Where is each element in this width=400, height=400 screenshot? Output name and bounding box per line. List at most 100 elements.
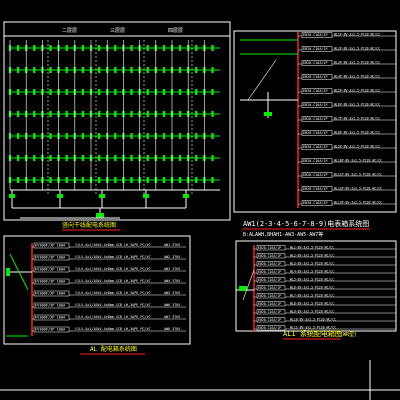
floor-device-symbol: [146, 177, 149, 183]
floor-device-symbol: [97, 111, 101, 117]
al1-circuit-label: WL6-BV-3x2.5-PC20 WC/CC: [290, 286, 334, 290]
floor-device-symbol: [146, 67, 149, 73]
al-load-label: AW2 37KV: [164, 255, 180, 259]
aw-circuit-label: WL9P-BV-3x2.5-PC20 WC/CC: [334, 145, 380, 149]
floor-device-symbol: [114, 45, 117, 51]
floor-device-symbol: [33, 89, 36, 95]
floor-device-symbol: [16, 89, 20, 95]
floor-device-symbol: [49, 111, 52, 117]
floor-device-symbol: [33, 177, 36, 183]
floor-device-symbol: [146, 155, 149, 161]
floor-device-symbol: [16, 111, 20, 117]
floor-device-symbol: [97, 177, 101, 183]
al1-circuit-label: WL10-BV-3x2.5-PC20 WC/CC: [290, 318, 336, 322]
al1-breaker-label: EB20-C16A/1P: [258, 318, 281, 322]
al-load-label: AW1 37KV: [164, 243, 180, 247]
al-breaker-label: EV300F/3P 100A: [35, 256, 66, 260]
aw-breaker-label: EB20-C16A/1P: [303, 117, 328, 121]
floor-device-symbol: [162, 45, 166, 51]
feeder-meter-box: [183, 194, 189, 198]
floor-device-symbol: [211, 67, 214, 73]
floor-device-symbol: [195, 111, 198, 117]
floor-device-symbol: [97, 89, 101, 95]
floor-device-symbol: [49, 133, 52, 139]
aw-circuit-label: WL5P-BV-3x2.5-PC20 WC/CC: [334, 89, 380, 93]
floor-device-symbol: [211, 45, 214, 51]
aw-breaker-label: EB20-C16A/1P: [303, 131, 328, 135]
floor-device-symbol: [130, 111, 133, 117]
al-circuit-label: YJLV-4x1/10kV-4x8mm-SCB LH,3APE PC/VC: [75, 327, 151, 331]
floor-device-symbol: [195, 67, 198, 73]
aw-meter-box-subtitle: B:ALAWH,BHAH1-AW3-AW5-AW7等: [243, 231, 323, 238]
aw-circuit-label: WL7P-BV-3x2.5-PC20 WC/CC: [334, 117, 380, 121]
floor-device-symbol: [114, 89, 117, 95]
al1-circuit-label: WL5-BV-3x2.5-PC20 WC/CC: [290, 278, 334, 282]
floor-device-symbol: [65, 177, 68, 183]
al1-breaker-label: EB20-C16A/1P: [258, 294, 281, 298]
floor-device-symbol: [162, 89, 166, 95]
floor-device-symbol: [16, 133, 20, 139]
aw-circuit-label: WL11P-BV-3x2.5-PC20 WC/CC: [334, 173, 382, 177]
aw-circuit-label: WL13P-BV-3x2.5-PC20 WC/CC: [334, 201, 382, 205]
floor-device-symbol: [178, 111, 182, 117]
aw-breaker-label: EB20-C16A/1P: [303, 33, 328, 37]
floor-device-symbol: [65, 133, 68, 139]
al1-breaker-label: EB20-C16A/1P: [258, 254, 281, 258]
al-load-label: AW4 37KV: [164, 279, 180, 283]
floor-device-symbol: [65, 155, 68, 161]
floor-device-symbol: [65, 67, 68, 73]
floor-device-symbol: [211, 177, 214, 183]
floor-device-symbol: [81, 111, 85, 117]
floor-device-symbol: [81, 133, 85, 139]
floor-device-symbol: [178, 133, 182, 139]
floor-device-symbol: [162, 133, 166, 139]
al-main-switch: [6, 268, 10, 276]
al-circuit-label: YJLV-4x1/10kV-4x8mm-SCB LH,3APE PC/VC: [75, 255, 151, 259]
al-breaker-label: EV300F/3P 100A: [35, 268, 66, 272]
feeder-meter-box: [99, 194, 105, 198]
floor-device-symbol: [211, 111, 214, 117]
floor-device-symbol: [211, 89, 214, 95]
floor-device-symbol: [33, 45, 36, 51]
floor-device-symbol: [195, 155, 198, 161]
al1-circuit-label: WL2-BV-3x2.5-PC20 WC/CC: [290, 254, 334, 258]
aw-circuit-label: WL2P-BV-3x2.5-PC20 WC/CC: [334, 47, 380, 51]
al1-circuit-label: WL1-BV-3x2.5-PC20 WC/CC: [290, 246, 334, 250]
al1-breaker-label: EB20-C16A/1P: [258, 278, 281, 282]
al-circuit-label: YJLV-4x1/10kV-4x8mm-SCB LH,3APE PC/VC: [75, 291, 151, 295]
al1-circuit-label: WL9-BV-3x2.5-PC20 WC/CC: [290, 310, 334, 314]
al1-breaker-label: EB20-C16A/1P: [258, 310, 281, 314]
floor-device-symbol: [162, 155, 166, 161]
floor-device-symbol: [81, 67, 85, 73]
floor-device-symbol: [65, 111, 68, 117]
floor-device-symbol: [81, 155, 85, 161]
floor-device-symbol: [97, 67, 101, 73]
floor-device-symbol: [33, 111, 36, 117]
floor-device-symbol: [114, 155, 117, 161]
al-load-label: AW7 37KV: [164, 315, 180, 319]
al1-circuit-label: WL3-BV-3x2.5-PC20 WC/CC: [290, 262, 334, 266]
aw-breaker-label: EB20-C16A/1P: [303, 89, 328, 93]
aw-breaker-label: EB20-C16A/1P: [303, 187, 328, 191]
floor-device-symbol: [162, 177, 166, 183]
floor-device-symbol: [195, 177, 198, 183]
aw-breaker-label: EB20-C16A/1P: [303, 201, 328, 205]
aw-circuit-label: WL6P-BV-3x2.5-PC20 WC/CC: [334, 103, 380, 107]
floor-device-symbol: [65, 89, 68, 95]
floor-device-symbol: [49, 45, 52, 51]
floor-device-symbol: [114, 111, 117, 117]
floor-device-symbol: [49, 89, 52, 95]
floor-device-symbol: [178, 155, 182, 161]
al1-circuit-label: WL7-BV-3x2.5-PC20 WC/CC: [290, 294, 334, 298]
floor-device-symbol: [97, 45, 101, 51]
floor-device-symbol: [130, 45, 133, 51]
aw-circuit-label: WL4P-BV-3x2.5-PC20 WC/CC: [334, 75, 380, 79]
floor-device-symbol: [211, 155, 214, 161]
floor-device-symbol: [211, 133, 214, 139]
al1-circuit-label: WL11-BV-3x2.5-PC20 WC/CC: [290, 326, 336, 330]
floor-device-symbol: [130, 67, 133, 73]
al-circuit-label: YJLV-4x1/10kV-4x8mm-SCB LH,3APE PC/VC: [75, 279, 151, 283]
aw-breaker-label: EB20-C16A/1P: [303, 145, 328, 149]
aw-breaker-label: EB20-C16A/1P: [303, 173, 328, 177]
floor-device-symbol: [162, 67, 166, 73]
